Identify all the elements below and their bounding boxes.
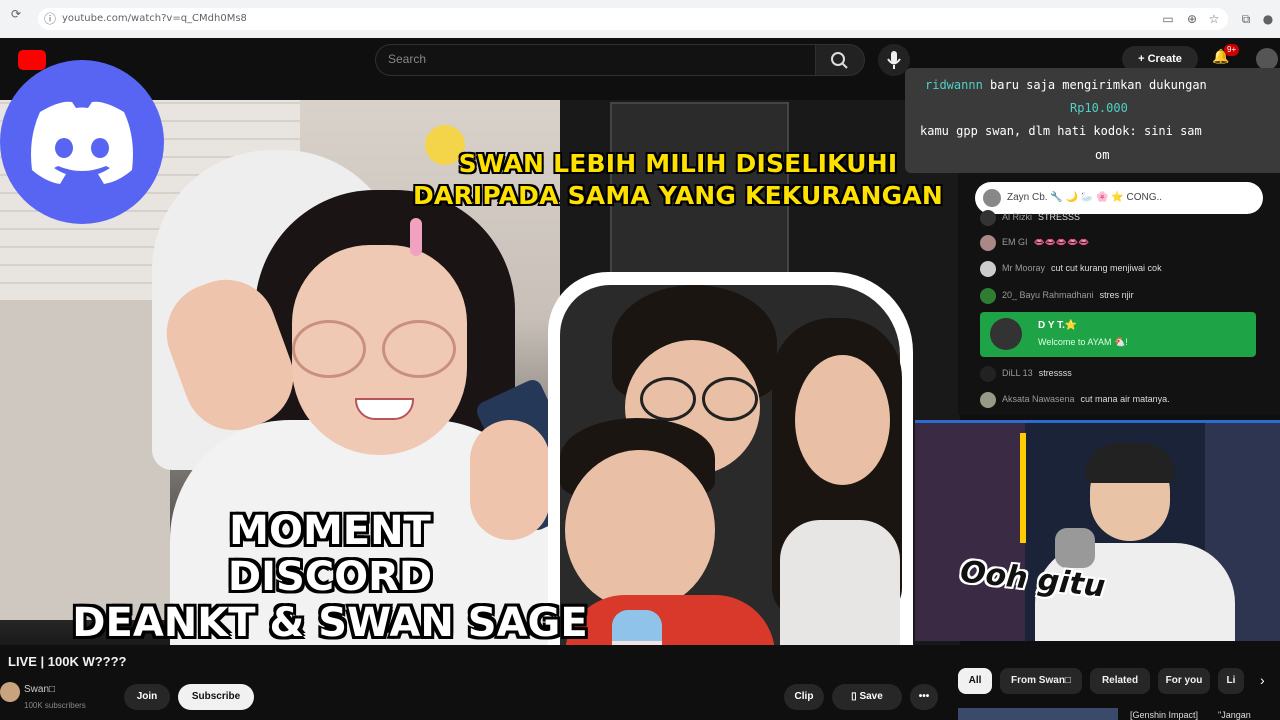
browser-toolbar: ⟳ ⓘ youtube.com/watch?v=q_CMdh0Ms8 ▭ ⊕ ☆…	[0, 0, 1280, 39]
member-avatar	[990, 318, 1022, 350]
join-button[interactable]: Join	[124, 684, 170, 710]
bookmark-star-icon[interactable]: ☆	[1206, 11, 1222, 27]
search-placeholder: Search	[388, 52, 427, 66]
chat-message: Mr Mooray cut cut kurang menjiwai cok	[980, 259, 1162, 277]
chip-from-channel[interactable]: From Swan□	[1000, 668, 1082, 694]
clip-label: Clip	[794, 691, 814, 702]
top-caption-line2: DARIPADA SAMA YANG KEKURANGAN	[412, 181, 944, 210]
clip-button[interactable]: Clip	[784, 684, 824, 710]
top-caption: SWAN LEBIH MILIH DISELIKUHI DARIPADA SAM…	[398, 148, 958, 212]
member-welcome-message: D Y T.⭐ Welcome to AYAM 🐔!	[980, 312, 1256, 357]
donation-amount: Rp10.000	[1070, 101, 1128, 115]
glasses-right-lens	[382, 320, 456, 378]
donation-message: kamu gpp swan, dlm hati kodok: sini sam	[920, 124, 1202, 138]
chip-for-you[interactable]: For you	[1158, 668, 1210, 694]
avatar	[980, 365, 996, 382]
site-info-icon[interactable]: ⓘ	[42, 11, 58, 27]
notification-count-badge: 9+	[1224, 44, 1240, 56]
member-welcome-text: Welcome to AYAM 🐔!	[1038, 337, 1128, 347]
chat-message: DiLL 13 stressss	[980, 364, 1072, 382]
profile-icon[interactable]: ●	[1260, 11, 1276, 27]
member-name: D Y T.⭐	[1038, 320, 1078, 331]
moment-caption-line3: DEANKT & SWAN SAGE	[72, 600, 588, 646]
chips-next-chevron-icon[interactable]: ›	[1260, 672, 1265, 688]
avatar	[980, 391, 996, 408]
cast-icon[interactable]: ▭	[1160, 11, 1176, 27]
address-bar[interactable]: ⓘ youtube.com/watch?v=q_CMdh0Ms8 ▭ ⊕ ☆	[38, 8, 1228, 30]
chat-message: Aksata Nawasena cut mana air matanya.	[980, 390, 1170, 408]
chat-message: EM GI 👄👄👄👄👄	[980, 233, 1090, 251]
chat-message: Al Rizki STRESSS	[980, 208, 1080, 226]
reload-icon[interactable]: ⟳	[8, 6, 24, 22]
channel-name[interactable]: Swan□	[24, 684, 55, 695]
url-text: youtube.com/watch?v=q_CMdh0Ms8	[62, 13, 247, 24]
donation-message-cont: om	[1095, 148, 1110, 162]
up-next-thumbnail[interactable]	[958, 708, 1118, 720]
moment-caption-line2: DISCORD	[227, 554, 433, 600]
avatar	[980, 234, 996, 251]
donation-text: baru saja mengirimkan dukungan	[990, 78, 1207, 92]
streamer2-phone	[1055, 528, 1095, 568]
chat-message: 20_ Bayu Rahmadhani stres njir	[980, 286, 1134, 304]
discord-logo-icon	[0, 60, 164, 224]
save-label: Save	[859, 691, 883, 702]
chip-related[interactable]: Related	[1090, 668, 1150, 694]
avatar	[980, 287, 996, 304]
moment-caption: MOMENT DISCORD DEANKT & SWAN SAGE	[50, 508, 610, 646]
save-button[interactable]: ▯ Save	[832, 684, 902, 710]
hair-clip	[410, 218, 422, 256]
search-icon	[831, 52, 848, 69]
zoom-icon[interactable]: ⊕	[1184, 11, 1200, 27]
glasses-left-lens	[292, 320, 366, 378]
create-label: Create	[1147, 53, 1182, 65]
webcam-overlay	[915, 420, 1280, 641]
chip-live[interactable]: Li	[1218, 668, 1244, 694]
video-title: LIVE | 100K W????	[8, 654, 127, 669]
up-next-title-2[interactable]: "Jangan	[1218, 710, 1251, 720]
chip-all[interactable]: All	[958, 668, 992, 694]
plus-icon: +	[1138, 53, 1148, 65]
donation-alert: ridwannn baru saja mengirimkan dukungan …	[905, 68, 1280, 173]
figure-shelf	[915, 423, 1025, 641]
subscribe-button[interactable]: Subscribe	[178, 684, 254, 710]
moment-caption-line1: MOMENT	[229, 508, 431, 554]
donor-name: ridwannn	[925, 78, 983, 92]
up-next-title[interactable]: [Genshin Impact]	[1130, 710, 1198, 720]
search-input[interactable]: Search	[375, 44, 817, 76]
extensions-icon[interactable]: ⧉	[1238, 11, 1254, 27]
man-glasses-right	[702, 377, 758, 421]
account-avatar[interactable]	[1256, 48, 1278, 70]
subscriber-count: 100K subscribers	[24, 701, 86, 710]
pinned-text: Zayn Cb. 🔧 🌙 🦢 🌸 ⭐ CONG..	[1007, 192, 1163, 203]
search-button[interactable]	[815, 44, 865, 76]
top-caption-line1: SWAN LEBIH MILIH DISELIKUHI	[458, 149, 898, 178]
more-actions-button[interactable]: •••	[910, 684, 938, 710]
streamer2-hair	[1085, 443, 1175, 483]
avatar	[980, 209, 996, 226]
neon-light	[1020, 433, 1026, 543]
channel-avatar[interactable]	[0, 682, 20, 702]
avatar	[980, 260, 996, 277]
pinned-avatar	[983, 189, 1001, 207]
man-glasses-left	[640, 377, 696, 421]
woman-face	[795, 355, 890, 485]
